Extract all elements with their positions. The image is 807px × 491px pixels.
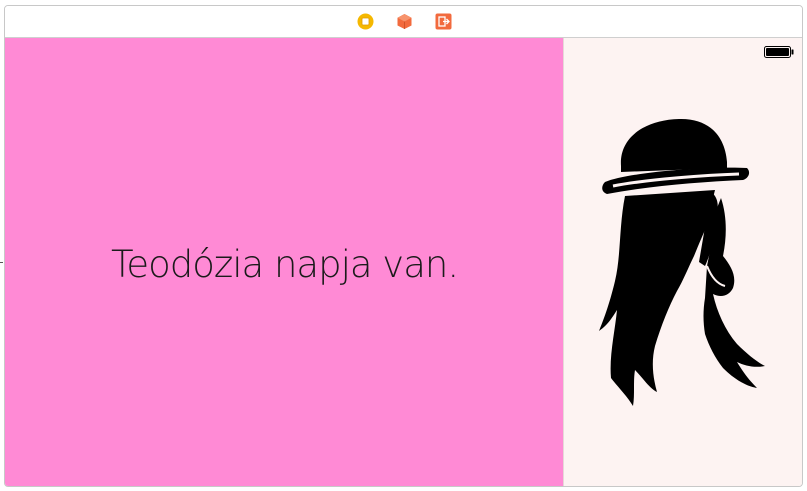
left-colored-panel[interactable]: Teodózia napja van.: [5, 38, 563, 486]
woman-hat-silhouette-icon[interactable]: [599, 116, 767, 413]
first-responder-icon[interactable]: [396, 13, 413, 30]
name-day-label[interactable]: Teodózia napja van.: [111, 243, 459, 286]
battery-icon: [764, 45, 794, 63]
canvas-edge-marker: [0, 262, 3, 263]
storyboard-scene[interactable]: Teodózia napja van.: [4, 5, 803, 487]
right-image-panel[interactable]: [563, 38, 802, 486]
scene-dock: [5, 6, 802, 38]
view-controller-icon[interactable]: [357, 13, 374, 30]
exit-icon[interactable]: [435, 13, 452, 30]
view-controller-canvas: Teodózia napja van.: [5, 38, 802, 486]
